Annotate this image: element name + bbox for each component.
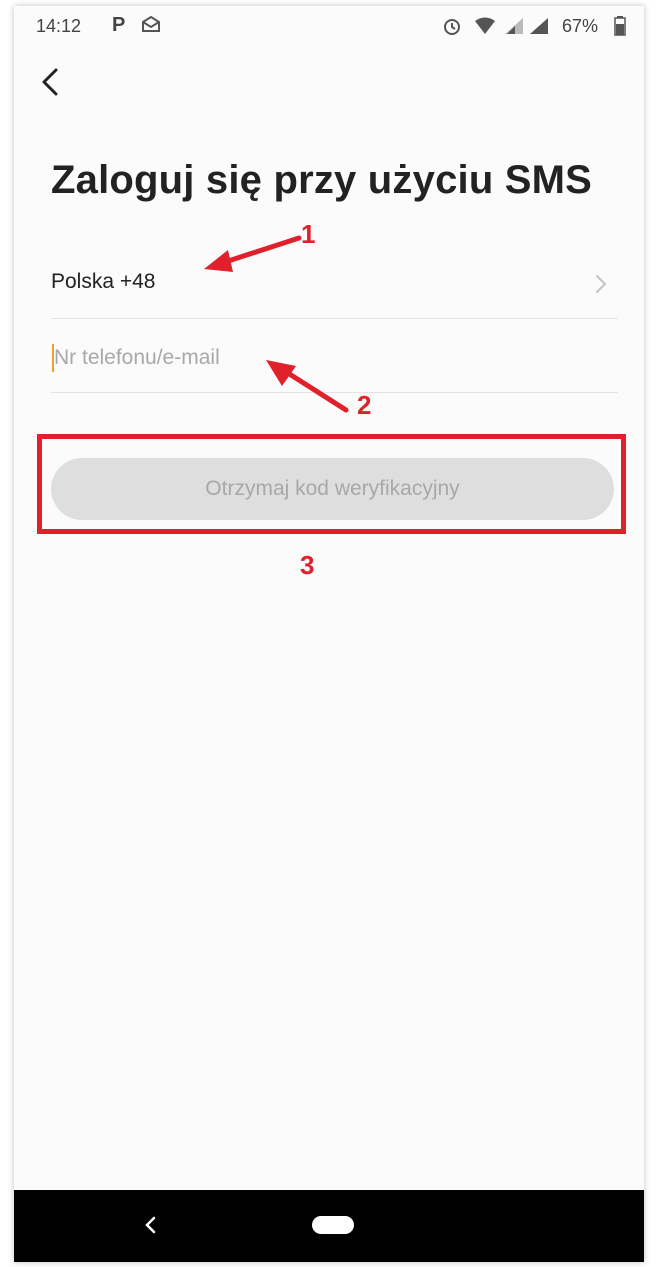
signal-icon-2 [530,18,548,34]
phone-field-row [51,324,618,393]
country-label: Polska +48 [51,270,156,293]
wifi-icon [475,17,495,34]
annotation-label-3: 3 [300,550,315,580]
page-title: Zaloguj się przy użyciu SMS [51,158,593,202]
battery-percent: 67% [562,16,599,36]
parking-app-icon: P [112,14,126,36]
signal-icon [505,18,523,34]
phone-screen: 14:12 P 67% Zaloguj się przy użyciu SMS … [14,6,644,1262]
status-bar: 14:12 P 67% [14,6,644,46]
phone-email-input[interactable] [51,338,614,378]
get-verification-code-button[interactable]: Otrzymaj kod weryfikacyjny [51,458,614,520]
nav-back-icon[interactable] [142,1212,158,1238]
annotation-label-1: 1 [301,219,316,249]
back-arrow-icon[interactable] [36,64,66,100]
country-selector[interactable]: Polska +48 [51,252,618,319]
battery-icon [614,16,626,36]
chevron-right-icon [596,275,607,293]
navigation-bar [14,1190,644,1262]
mail-icon [142,16,160,32]
status-time: 14:12 [36,16,82,36]
annotation-label-2: 2 [357,390,372,420]
alarm-icon [444,19,460,35]
nav-home-pill[interactable] [312,1216,354,1234]
